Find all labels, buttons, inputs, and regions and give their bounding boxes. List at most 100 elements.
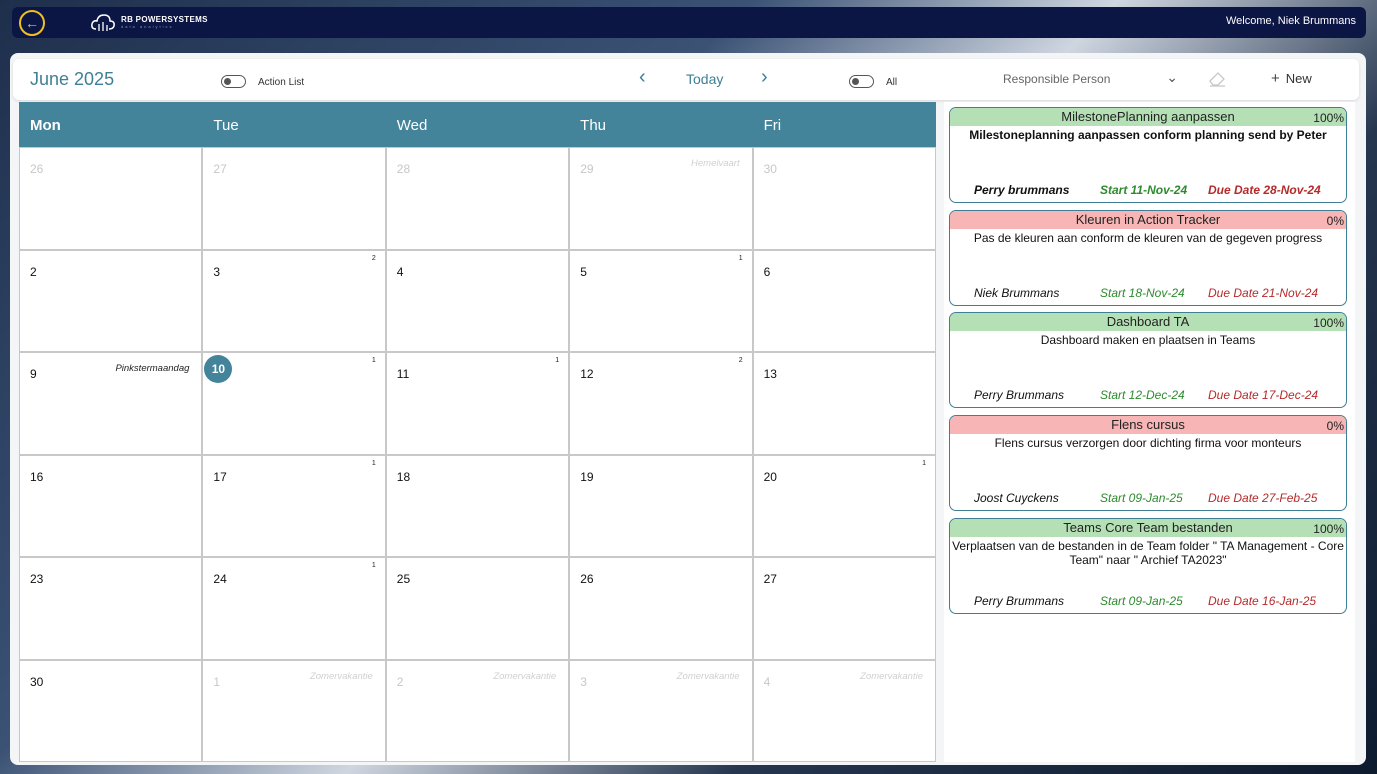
calendar-day-cell[interactable]: 30 xyxy=(752,147,936,250)
previous-month-chevron-icon[interactable]: ‹ xyxy=(639,67,646,87)
task-person: Joost Cuyckens xyxy=(974,491,1059,505)
holiday-label: Pinkstermaandag xyxy=(115,363,190,374)
plus-icon: + xyxy=(1271,70,1280,87)
today-marker: 10 xyxy=(204,355,233,383)
task-title-bar: Kleuren in Action Tracker 0% xyxy=(950,211,1346,229)
task-title-bar: Dashboard TA 100% xyxy=(950,313,1346,331)
top-bar: ← RB POWERSYSTEMS data analytics Welcome… xyxy=(12,7,1366,38)
next-month-chevron-icon[interactable]: › xyxy=(761,67,768,87)
calendar-day-cell[interactable]: 27 xyxy=(752,557,936,660)
day-number: 27 xyxy=(763,572,777,586)
calendar-day-cell[interactable]: 3 Zomervakantie xyxy=(569,659,753,762)
task-footer: Perry brummans Start 11-Nov-24 Due Date … xyxy=(950,183,1346,197)
calendar-day-cell[interactable]: 26 xyxy=(19,147,203,250)
all-toggle[interactable] xyxy=(849,75,874,88)
task-card[interactable]: Kleuren in Action Tracker 0% Pas de kleu… xyxy=(949,210,1347,306)
day-number: 9 xyxy=(30,367,37,381)
task-person: Perry brummans xyxy=(974,183,1070,197)
task-start-date: Start 11-Nov-24 xyxy=(1100,183,1188,197)
task-due-date: Due Date 21-Nov-24 xyxy=(1208,286,1319,300)
day-number: 3 xyxy=(213,264,221,279)
task-footer: Perry Brummans Start 12-Dec-24 Due Date … xyxy=(950,388,1346,402)
task-count-badge: 1 xyxy=(371,562,376,569)
day-number: 4 xyxy=(396,264,404,279)
all-label: All xyxy=(886,77,898,88)
calendar-day-cell[interactable]: 24 1 xyxy=(202,557,386,660)
back-arrow-icon[interactable]: ← xyxy=(19,10,45,36)
task-card[interactable]: Flens cursus 0% Flens cursus verzorgen d… xyxy=(949,415,1347,511)
calendar-day-cell[interactable]: 18 xyxy=(385,454,570,557)
task-title: Dashboard TA xyxy=(1106,314,1190,329)
responsible-person-placeholder: Responsible Person xyxy=(1003,72,1111,86)
task-description: Milestoneplanning aanpassen conform plan… xyxy=(969,128,1327,142)
task-footer: Niek Brummans Start 18-Nov-24 Due Date 2… xyxy=(950,286,1346,300)
calendar-day-cell[interactable]: 16 xyxy=(19,454,203,557)
task-card[interactable]: Teams Core Team bestanden 100% Verplaats… xyxy=(949,518,1347,614)
weekday-mon: Mon xyxy=(30,117,61,134)
task-start-date: Start 09-Jan-25 xyxy=(1100,594,1183,608)
task-due-date: Due Date 16-Jan-25 xyxy=(1208,594,1317,608)
day-number: 30 xyxy=(763,162,777,176)
task-start-date: Start 18-Nov-24 xyxy=(1100,286,1185,300)
calendar-day-cell[interactable]: 19 xyxy=(569,454,753,557)
task-count-badge: 1 xyxy=(371,357,376,364)
calendar-day-cell[interactable]: 12 2 xyxy=(569,352,753,455)
day-number: 3 xyxy=(580,674,587,689)
day-number: 4 xyxy=(763,674,771,689)
day-number: 10 xyxy=(211,362,226,376)
holiday-label: Zomervakantie xyxy=(676,670,740,682)
task-title: MilestonePlanning aanpassen xyxy=(1061,109,1235,124)
new-button[interactable]: + New xyxy=(1271,70,1312,87)
calendar-day-cell[interactable]: 27 xyxy=(202,147,386,250)
calendar-day-cell[interactable]: 23 xyxy=(19,557,203,660)
calendar-day-cell[interactable]: 28 xyxy=(385,147,570,250)
calendar-day-cell[interactable]: 10 1 xyxy=(202,352,386,455)
task-card[interactable]: Dashboard TA 100% Dashboard maken en pla… xyxy=(949,312,1347,408)
calendar-day-cell[interactable]: 30 xyxy=(19,659,203,762)
calendar-day-cell[interactable]: 6 xyxy=(752,249,936,352)
calendar-day-cell[interactable]: 1 Zomervakantie xyxy=(202,659,386,762)
task-person: Niek Brummans xyxy=(974,286,1060,300)
task-title-bar: Teams Core Team bestanden 100% xyxy=(950,519,1346,537)
task-card[interactable]: MilestonePlanning aanpassen 100% Milesto… xyxy=(949,107,1347,203)
chevron-down-icon: ⌄ xyxy=(1166,69,1178,85)
eraser-icon[interactable] xyxy=(1207,69,1227,92)
day-number: 11 xyxy=(396,367,410,381)
calendar-day-cell[interactable]: 51 xyxy=(569,249,753,352)
day-number: 2 xyxy=(396,674,404,689)
task-count-badge: 2 xyxy=(738,357,743,364)
day-number: 1 xyxy=(213,674,221,689)
task-count-badge: 1 xyxy=(738,254,743,262)
calendar-day-cell[interactable]: 26 xyxy=(569,557,753,660)
cloud-logo-icon xyxy=(91,14,115,31)
day-number: 30 xyxy=(30,674,44,689)
calendar-day-cell[interactable]: 4 xyxy=(385,249,570,352)
task-due-date: Due Date 28-Nov-24 xyxy=(1208,183,1321,197)
calendar-day-cell[interactable]: 32 xyxy=(202,249,386,352)
day-number: 12 xyxy=(580,367,594,381)
calendar-day-cell[interactable]: 13 xyxy=(752,352,936,455)
calendar-day-cell[interactable]: 20 1 xyxy=(752,454,936,557)
task-progress: 100% xyxy=(1313,522,1344,536)
task-progress: 100% xyxy=(1313,316,1344,330)
responsible-person-dropdown[interactable]: Responsible Person ⌄ xyxy=(1003,69,1178,86)
holiday-label: Zomervakantie xyxy=(493,670,557,682)
weekday-wed: Wed xyxy=(396,117,428,134)
calendar-day-cell[interactable]: 2 xyxy=(19,249,203,352)
weekday-tue: Tue xyxy=(213,117,239,134)
calendar-day-cell[interactable]: 17 1 xyxy=(202,454,386,557)
task-progress: 100% xyxy=(1313,111,1344,125)
today-button[interactable]: Today xyxy=(686,71,723,87)
task-description: Dashboard maken en plaatsen in Teams xyxy=(1040,333,1256,347)
calendar-day-cell[interactable]: 11 1 xyxy=(385,352,570,455)
calendar-day-cell[interactable]: 4 Zomervakantie xyxy=(752,659,936,762)
calendar-day-cell[interactable]: 29 Hemelvaart xyxy=(569,147,753,250)
calendar-day-cell[interactable]: 9 Pinkstermaandag xyxy=(19,352,203,455)
day-number: 29 xyxy=(580,162,594,176)
calendar-day-cell[interactable]: 25 xyxy=(385,557,570,660)
action-list-toggle[interactable] xyxy=(221,75,246,88)
calendar-day-cell[interactable]: 2 Zomervakantie xyxy=(385,659,570,762)
day-number: 28 xyxy=(396,162,411,176)
logo-name: RB POWERSYSTEMS xyxy=(121,15,208,24)
task-count-badge: 1 xyxy=(922,459,926,467)
